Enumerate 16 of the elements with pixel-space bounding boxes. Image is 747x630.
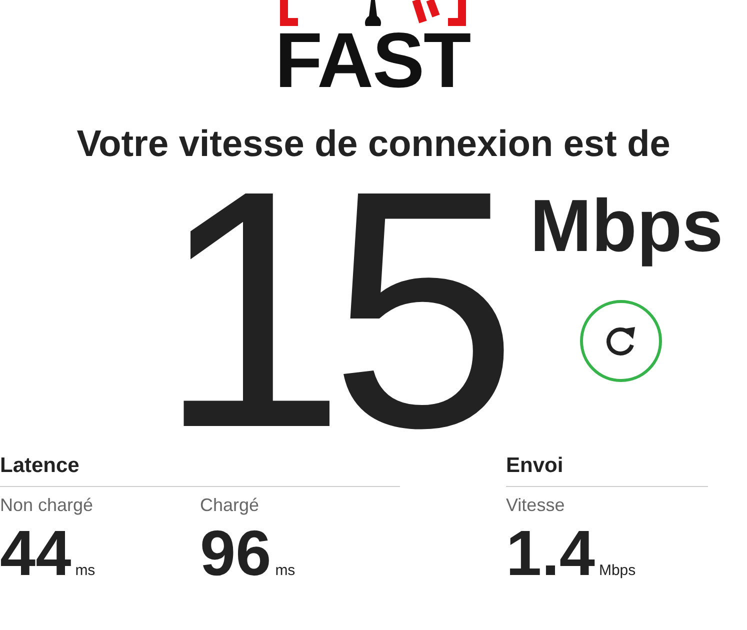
section-heading: Latence bbox=[0, 454, 400, 487]
metric-unit: ms bbox=[275, 562, 296, 579]
section-heading: Envoi bbox=[506, 454, 708, 487]
speed-unit: Mbps bbox=[530, 186, 724, 266]
metric-value: 96 bbox=[200, 518, 272, 588]
speed-value: 15 bbox=[158, 164, 502, 454]
gauge-icon bbox=[278, 0, 468, 26]
metric-value: 1.4 bbox=[506, 518, 595, 588]
metric-label: Vitesse bbox=[506, 495, 566, 516]
metric-label: Non chargé bbox=[0, 495, 94, 516]
metric-unit: Mbps bbox=[598, 562, 636, 579]
heading: Votre vitesse de connexion est de bbox=[76, 122, 672, 166]
metric-label: Chargé bbox=[200, 495, 260, 516]
logo-text: FAST bbox=[274, 28, 470, 96]
metric-value: 44 bbox=[0, 518, 72, 588]
metric-unit: ms bbox=[75, 562, 96, 579]
